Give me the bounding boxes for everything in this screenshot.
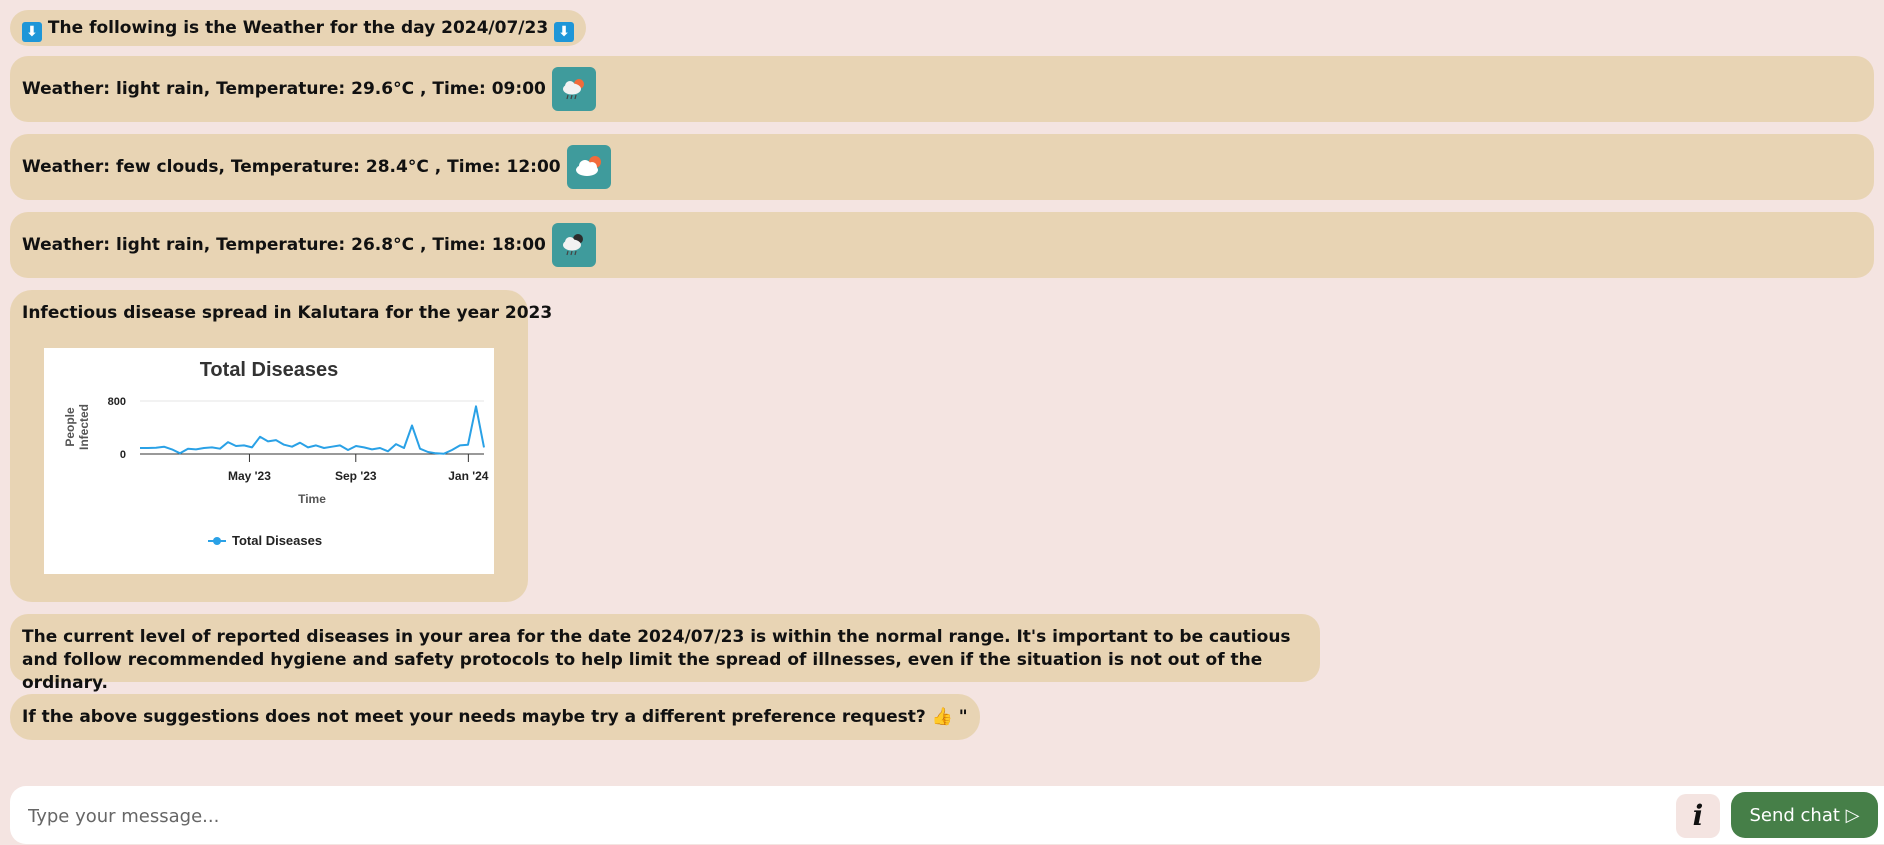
weather-header-text: The following is the Weather for the day…: [47, 18, 549, 38]
arrow-down-icon: ⬇: [554, 22, 575, 42]
y-tick-label: 800: [108, 396, 126, 408]
legend-marker: [213, 537, 221, 545]
y-axis-title: PeopleInfected: [63, 404, 91, 450]
info-button[interactable]: i: [1676, 794, 1720, 838]
send-chat-button[interactable]: Send chat ▷: [1731, 792, 1878, 838]
weather-text: Weather: few clouds, Temperature: 28.4°C…: [22, 157, 561, 177]
disease-chart-caption: Infectious disease spread in Kalutara fo…: [22, 303, 553, 323]
weather-message: Weather: light rain, Temperature: 26.8°C…: [10, 212, 1874, 278]
chat-log: ⬇ The following is the Weather for the d…: [10, 10, 1874, 740]
x-tick-label: May '23: [228, 469, 271, 483]
disease-chart: Total Diseases 0 800 May '23 Sep '23 Jan '24 T…: [44, 348, 494, 574]
chart-title: Total Diseases: [200, 359, 339, 381]
y-axis-title-line: Infected: [77, 404, 91, 450]
light-rain-moon-icon: [551, 223, 596, 267]
few-clouds-icon: [566, 145, 611, 189]
disease-advice-message: The current level of reported diseases i…: [10, 614, 1320, 693]
weather-message: Weather: few clouds, Temperature: 28.4°C…: [10, 134, 1874, 200]
legend-label: Total Diseases: [232, 533, 322, 548]
x-axis-title: Time: [298, 492, 326, 506]
chat-input-bar: i Send chat ▷: [10, 786, 1884, 844]
y-axis-title-line: People: [63, 407, 77, 447]
weather-header-message: ⬇ The following is the Weather for the d…: [10, 10, 587, 46]
x-tick-label: Sep '23: [335, 469, 377, 483]
disease-chart-message: Infectious disease spread in Kalutara fo…: [10, 290, 553, 602]
weather-text: Weather: light rain, Temperature: 29.6°C…: [22, 79, 546, 99]
light-rain-sun-icon: [551, 67, 596, 111]
y-tick-label: 0: [120, 449, 126, 461]
x-tick-label: Jan '24: [448, 469, 489, 483]
message-input[interactable]: [26, 796, 1670, 836]
weather-message: Weather: light rain, Temperature: 29.6°C…: [10, 56, 1874, 122]
weather-text: Weather: light rain, Temperature: 26.8°C…: [22, 235, 546, 255]
suggestion-message: If the above suggestions does not meet y…: [10, 694, 980, 740]
line-chart: Total Diseases 0 800 May '23 Sep '23 Jan '24 T…: [63, 359, 489, 548]
series-line-total-diseases: [140, 405, 485, 455]
arrow-down-icon: ⬇: [22, 22, 42, 42]
